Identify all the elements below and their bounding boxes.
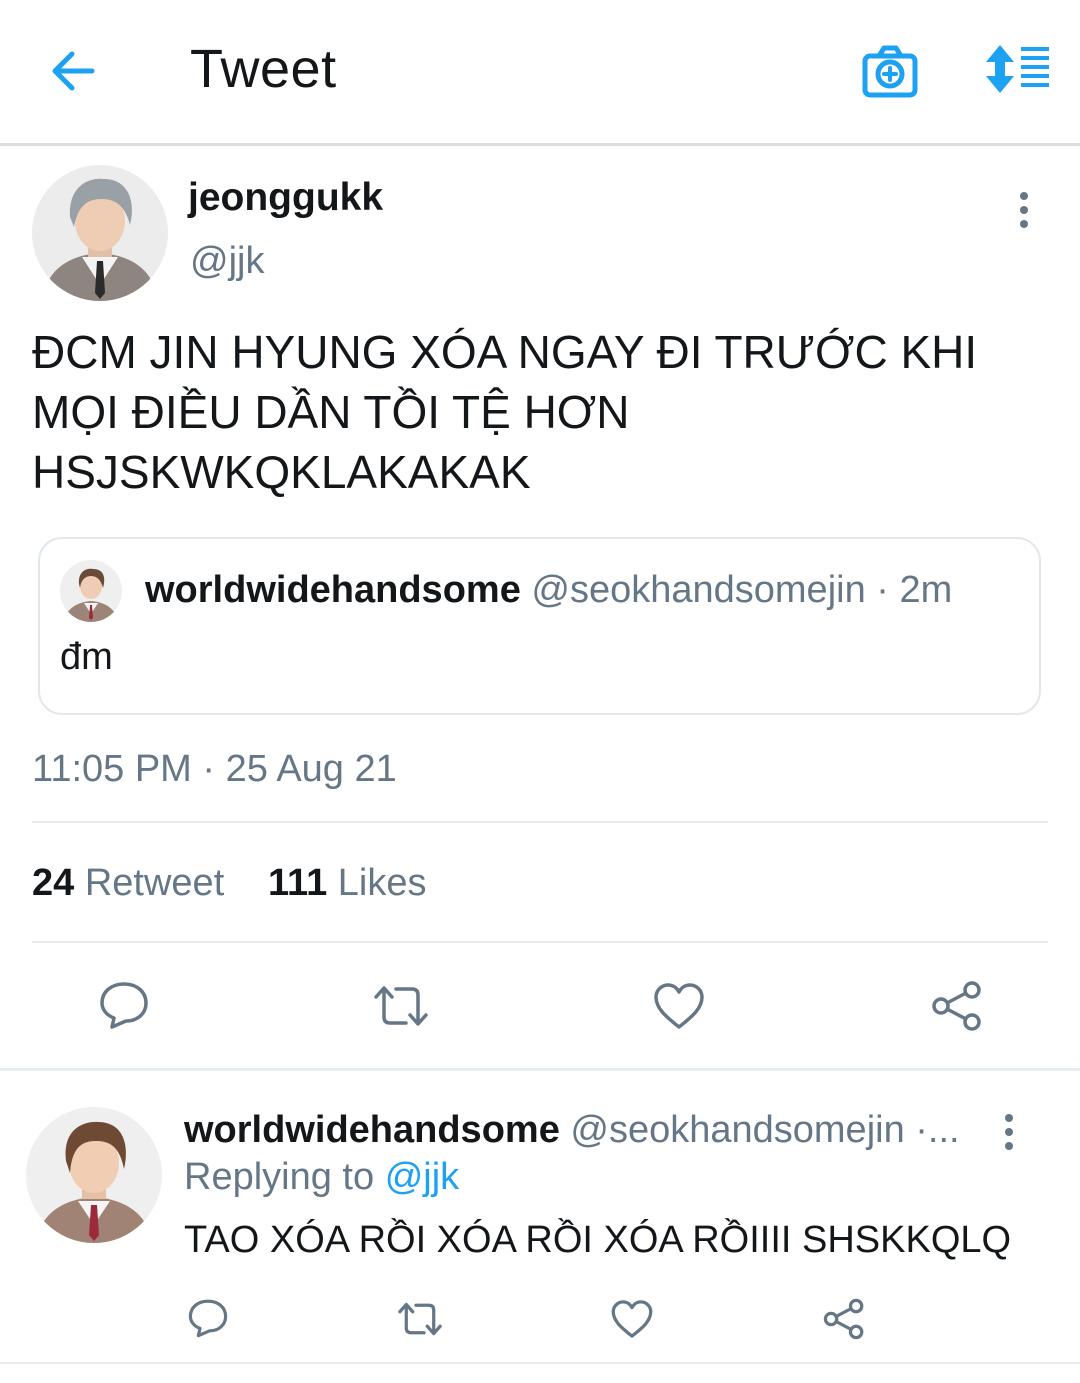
section-divider [0,1068,1080,1071]
header-divider [0,143,1080,146]
divider [32,941,1048,943]
replying-to-handle-link[interactable]: @jjk [385,1156,459,1198]
reply-more-options-icon[interactable] [999,1112,1019,1152]
quote-display-name[interactable]: worldwidehandsome [145,569,521,611]
more-options-icon[interactable] [1014,190,1034,230]
tweet-text: ĐCM JIN HYUNG XÓA NGAY ĐI TRƯỚC KHI MỌI … [32,322,1052,502]
reply-header: worldwidehandsome @seokhandsomejin ·... [184,1109,960,1152]
likes-stat[interactable]: 111 Likes [268,862,427,905]
arrow-left-icon[interactable] [50,48,96,94]
tweet-text-line: MỌI ĐIỀU DẦN TỒI TỆ HƠN [32,386,630,438]
reply-handle-time: @seokhandsomejin ·... [570,1109,960,1151]
divider [0,1362,1080,1364]
sort-list-icon[interactable] [983,43,1051,95]
reply-like-icon[interactable] [610,1299,654,1339]
quote-handle-time: @seokhandsomejin · 2m [531,569,953,611]
quote-author-avatar [60,560,122,622]
reply-text: TAO XÓA RỒI XÓA RỒI XÓA RỒIIII SHSKKQLQ [184,1219,1012,1261]
quoted-tweet-card[interactable] [38,537,1041,715]
reply-author-avatar[interactable] [26,1107,162,1243]
author-avatar[interactable] [32,165,168,301]
like-icon[interactable] [652,982,706,1030]
page-title: Tweet [190,39,337,99]
retweet-stat[interactable]: 24 Retweet [32,862,224,905]
retweet-label: Retweet [84,862,225,904]
reply-share-icon[interactable] [822,1298,866,1340]
reply-icon[interactable] [98,980,150,1030]
author-display-name[interactable]: jeonggukk [188,176,383,220]
quote-header: worldwidehandsome @seokhandsomejin · 2m [145,569,952,612]
like-label: Likes [337,862,427,904]
author-handle[interactable]: @jjk [190,240,264,283]
retweet-icon[interactable] [370,983,432,1029]
tweet-timestamp: 11:05 PM · 25 Aug 21 [32,748,397,790]
app-header [0,0,1080,144]
replying-to: Replying to @jjk [184,1156,459,1199]
reply-reply-icon[interactable] [187,1298,229,1338]
tweet-text-line: ĐCM JIN HYUNG XÓA NGAY ĐI TRƯỚC KHI [32,326,978,378]
share-icon[interactable] [930,980,984,1032]
like-count: 111 [268,862,328,904]
reply-display-name[interactable]: worldwidehandsome [184,1109,560,1151]
divider [32,821,1048,823]
retweet-count: 24 [32,862,75,904]
camera-add-icon[interactable] [862,43,918,99]
tweet-text-line: HSJSKWKQKLAKAKAK [32,446,531,498]
replying-to-prefix: Replying to [184,1156,375,1198]
quote-text: đm [60,636,113,678]
reply-retweet-icon[interactable] [395,1300,445,1338]
